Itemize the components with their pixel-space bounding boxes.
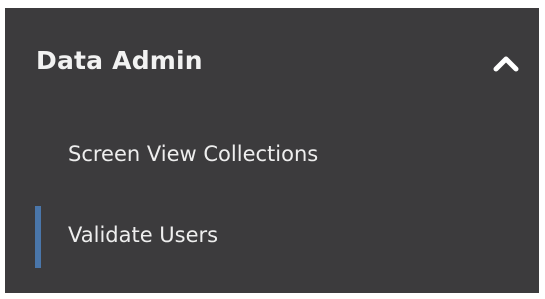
active-indicator [35,206,41,268]
section-header-data-admin[interactable]: Data Admin [5,8,539,116]
sidebar-panel: Data Admin Screen View Collections Valid… [5,8,539,293]
menu-item-validate-users[interactable]: Validate Users [5,206,539,268]
menu-item-screen-view-collections[interactable]: Screen View Collections [5,125,539,187]
chevron-up-icon[interactable] [491,52,521,74]
menu-item-label: Validate Users [68,223,219,247]
screenshot-frame: Data Admin Screen View Collections Valid… [0,0,545,299]
menu-item-label: Screen View Collections [68,142,319,166]
section-title: Data Admin [36,46,203,75]
